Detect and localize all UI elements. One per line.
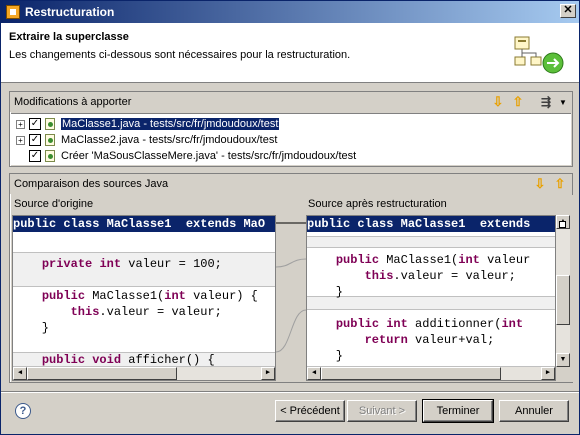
next-difference-icon[interactable]: ⇩: [532, 176, 548, 192]
scroll-thumb[interactable]: [27, 367, 177, 380]
expand-icon[interactable]: +: [16, 135, 25, 145]
code-line: return valeur+val;: [364, 333, 495, 347]
overview-marker: [559, 221, 566, 228]
code-line: }: [307, 285, 344, 299]
compare-title: Comparaison des sources Java: [14, 178, 169, 190]
java-file-icon: [43, 117, 57, 131]
diff-connector-gutter: [276, 222, 306, 353]
scroll-right-icon[interactable]: ▶: [541, 367, 555, 380]
tree-item-label: MaClasse2.java - tests/src/fr/jmdoudoux/…: [61, 134, 278, 146]
help-icon[interactable]: ?: [15, 403, 31, 419]
changes-header: Modifications à apporter ⇩ ⇧ ⇶ ▼: [10, 92, 572, 112]
code-line: public MaClasse1(int valeur: [335, 253, 531, 267]
back-button[interactable]: < Précédent: [275, 400, 345, 422]
next-button[interactable]: Suivant >: [347, 400, 417, 422]
changes-panel: Modifications à apporter ⇩ ⇧ ⇶ ▼ + ✓ MaC…: [9, 91, 573, 167]
left-horizontal-scrollbar[interactable]: ◀ ▶: [13, 366, 275, 380]
previous-change-icon[interactable]: ⇧: [510, 94, 526, 110]
app-icon: [6, 5, 20, 19]
vertical-scrollbar[interactable]: ▲ ▼: [556, 215, 570, 367]
change-checkbox[interactable]: ✓: [29, 134, 41, 146]
code-line: private int valeur = 100;: [41, 257, 222, 271]
scroll-thumb[interactable]: [556, 275, 570, 325]
compare-header: Comparaison des sources Java ⇩ ⇧: [10, 174, 572, 194]
window-title: Restructuration: [25, 5, 115, 19]
title-bar[interactable]: Restructuration ✕: [1, 1, 579, 23]
tree-item-maclasse2[interactable]: + ✓ MaClasse2.java - tests/src/fr/jmdoud…: [11, 132, 277, 148]
change-checkbox[interactable]: ✓: [29, 118, 41, 130]
page-message: Les changements ci-dessous sont nécessai…: [9, 49, 351, 61]
code-line: public MaClasse1(int valeur) {: [41, 289, 258, 303]
scroll-thumb[interactable]: [321, 367, 501, 380]
tree-item-label: Créer 'MaSousClasseMere.java' - tests/sr…: [61, 150, 357, 162]
cancel-button[interactable]: Annuler: [499, 400, 569, 422]
separator: [1, 391, 579, 392]
changes-tree: + ✓ MaClasse1.java - tests/src/fr/jmdoud…: [11, 113, 571, 165]
original-source-pane[interactable]: public class MaClasse1 extends MaO priva…: [12, 215, 276, 381]
tree-item-label: MaClasse1.java - tests/src/fr/jmdoudoux/…: [59, 117, 281, 131]
tree-item-maclasse1[interactable]: + ✓ MaClasse1.java - tests/src/fr/jmdoud…: [11, 116, 281, 132]
right-pane-title: Source après restructuration: [308, 198, 447, 210]
filter-menu-icon[interactable]: ⇶: [538, 94, 554, 110]
close-button[interactable]: ✕: [560, 4, 576, 18]
refactor-wizard-icon: [514, 36, 564, 74]
change-checkbox[interactable]: ✓: [29, 150, 41, 162]
code-line: this.valeur = valeur;: [70, 305, 222, 319]
scroll-left-icon[interactable]: ◀: [307, 367, 321, 380]
compare-viewer: Source d'origine Source après restructur…: [11, 195, 573, 382]
code-line: public class MaClasse1 extends: [307, 216, 555, 232]
code-line: public int additionner(int: [335, 317, 524, 331]
code-line: public class MaClasse1 extends MaO: [13, 216, 275, 232]
scroll-right-icon[interactable]: ▶: [261, 367, 275, 380]
refactored-source-pane[interactable]: public class MaClasse1 extends public Ma…: [306, 215, 556, 381]
code-line: }: [307, 349, 344, 363]
scroll-down-icon[interactable]: ▼: [556, 353, 570, 367]
refactoring-dialog: Restructuration ✕ Extraire la superclass…: [0, 0, 580, 435]
tree-item-create-file[interactable]: ✓ Créer 'MaSousClasseMere.java' - tests/…: [11, 148, 356, 164]
wizard-banner: Extraire la superclasse Les changements …: [1, 23, 579, 83]
new-file-icon: [43, 149, 57, 163]
next-change-icon[interactable]: ⇩: [490, 94, 506, 110]
java-file-icon: [43, 133, 57, 147]
left-pane-title: Source d'origine: [14, 198, 94, 210]
menu-dropdown-icon[interactable]: ▼: [555, 94, 571, 110]
compare-panel: Comparaison des sources Java ⇩ ⇧ Source …: [9, 173, 573, 383]
scroll-left-icon[interactable]: ◀: [13, 367, 27, 380]
right-horizontal-scrollbar[interactable]: ◀ ▶: [307, 366, 555, 380]
previous-difference-icon[interactable]: ⇧: [552, 176, 568, 192]
finish-button[interactable]: Terminer: [422, 399, 494, 423]
changes-title: Modifications à apporter: [14, 96, 132, 108]
expand-icon[interactable]: +: [16, 119, 25, 129]
code-line: }: [13, 321, 50, 335]
code-line: this.valeur = valeur;: [364, 269, 516, 283]
page-heading: Extraire la superclasse: [9, 31, 129, 43]
